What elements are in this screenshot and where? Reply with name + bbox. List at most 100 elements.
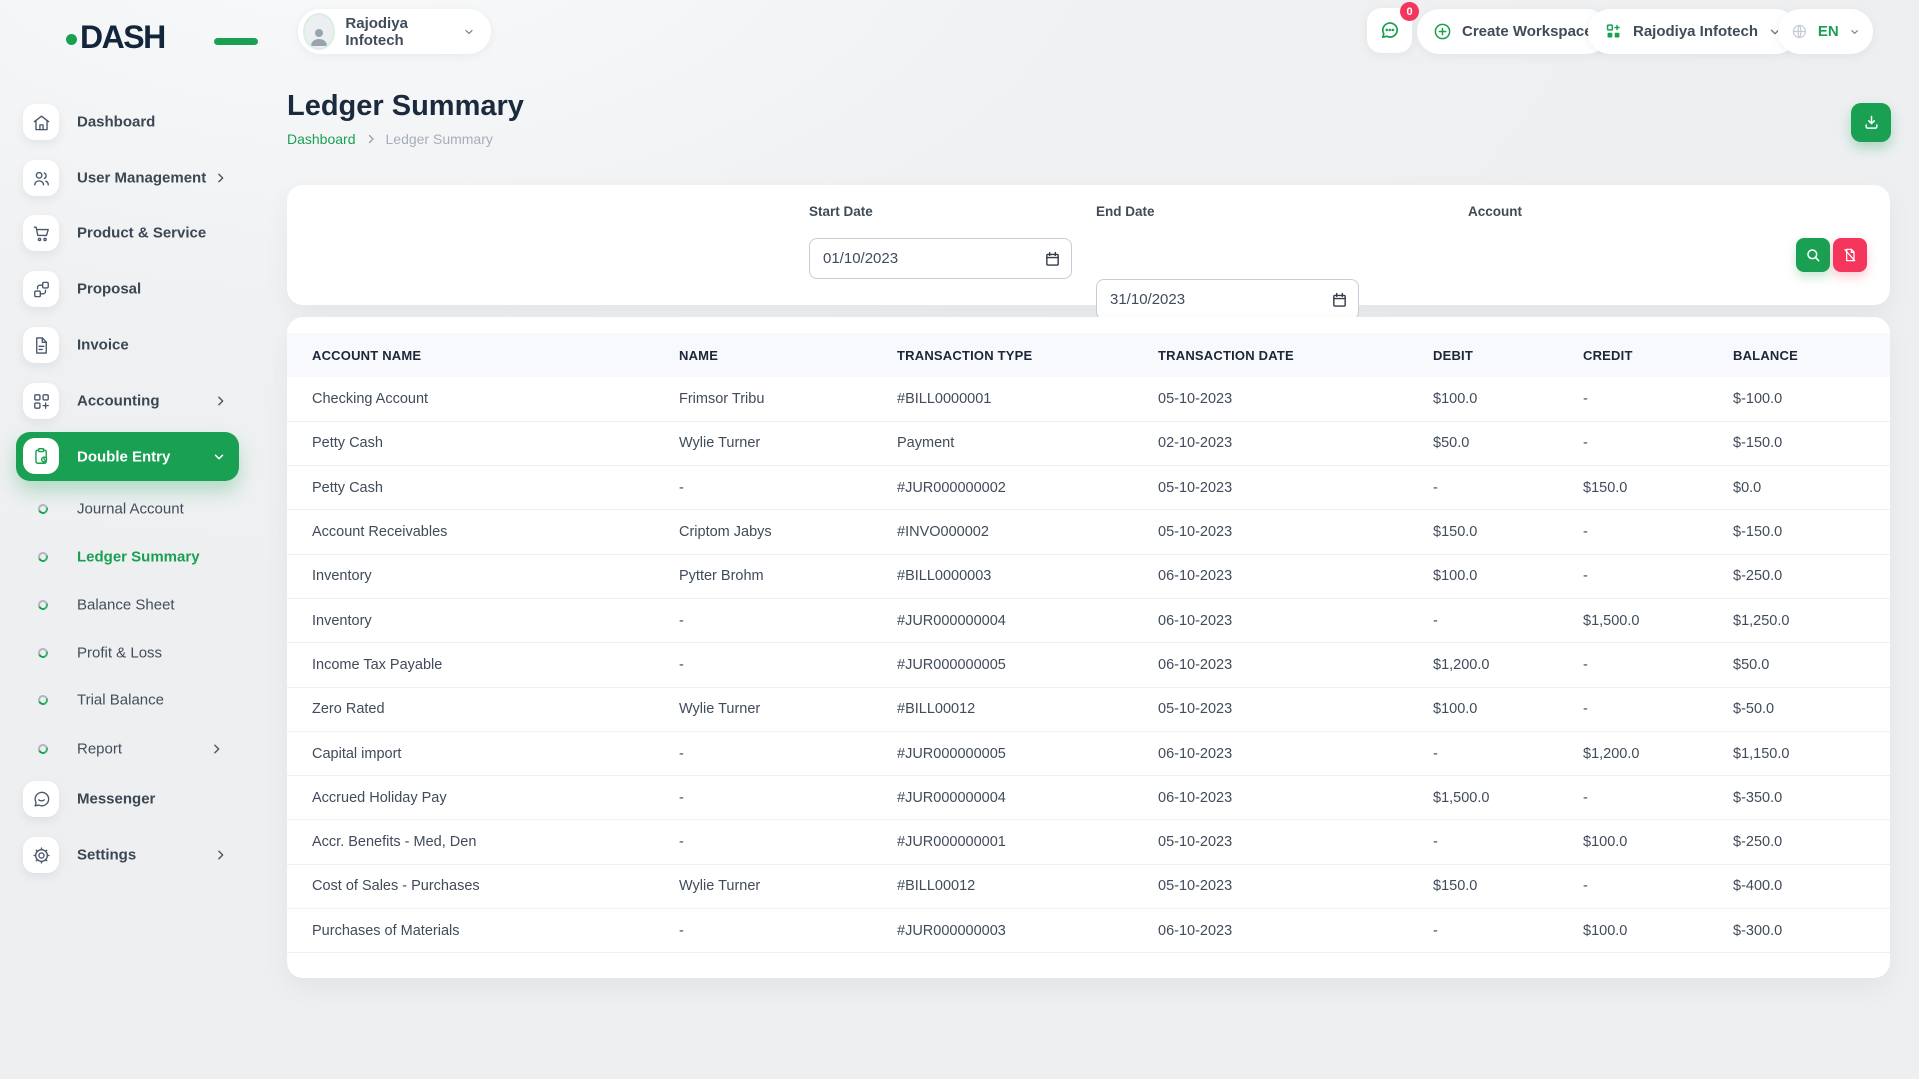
workspace-menu[interactable]: Rajodiya Infotech xyxy=(1588,9,1798,54)
cell-transaction-type: Payment xyxy=(872,421,1133,465)
table-row: Petty Cash - #JUR000000002 05-10-2023 - … xyxy=(287,466,1890,510)
cell-name: - xyxy=(654,909,872,953)
language-selector[interactable]: EN xyxy=(1778,9,1873,54)
table-row: Cost of Sales - Purchases Wylie Turner #… xyxy=(287,864,1890,908)
user-workspace-selector[interactable]: Rajodiya Infotech xyxy=(298,9,491,54)
sidebar-item-settings[interactable]: Settings xyxy=(0,827,260,883)
brand-logo[interactable]: DASH xyxy=(66,18,165,56)
cell-balance: $1,150.0 xyxy=(1708,731,1890,775)
end-date-field xyxy=(1096,279,1359,320)
cell-balance: $-50.0 xyxy=(1708,687,1890,731)
start-date-input[interactable] xyxy=(809,238,1072,279)
end-date-label: End Date xyxy=(1096,204,1155,219)
sidebar-item-messenger[interactable]: Messenger xyxy=(0,771,260,827)
bullet-icon xyxy=(36,550,49,563)
cell-credit: $1,500.0 xyxy=(1558,598,1708,642)
sidebar-sublabel: Balance Sheet xyxy=(77,597,175,614)
cell-balance: $1,250.0 xyxy=(1708,598,1890,642)
cell-debit: - xyxy=(1408,466,1558,510)
sidebar-item-product-service[interactable]: Product & Service xyxy=(0,205,260,261)
home-icon xyxy=(23,104,59,140)
breadcrumb-current: Ledger Summary xyxy=(386,131,493,147)
cell-account-name: Checking Account xyxy=(287,377,654,421)
messages-button[interactable]: 0 xyxy=(1367,8,1412,53)
user-workspace-label: Rajodiya Infotech xyxy=(345,15,453,49)
cell-credit: - xyxy=(1558,421,1708,465)
cell-transaction-type: #JUR000000004 xyxy=(872,598,1133,642)
cell-balance: $-250.0 xyxy=(1708,820,1890,864)
sidebar-subitem-report[interactable]: Report xyxy=(0,736,260,762)
sidebar-subitem-profit-loss[interactable]: Profit & Loss xyxy=(0,640,260,666)
cell-transaction-type: #JUR000000004 xyxy=(872,776,1133,820)
cell-balance: $-150.0 xyxy=(1708,510,1890,554)
sidebar: Dashboard User Management Product & Serv… xyxy=(0,70,260,1079)
cell-debit: $100.0 xyxy=(1408,554,1558,598)
cell-balance: $50.0 xyxy=(1708,643,1890,687)
cell-transaction-type: #BILL00012 xyxy=(872,864,1133,908)
table-row: Income Tax Payable - #JUR000000005 06-10… xyxy=(287,643,1890,687)
sidebar-item-proposal[interactable]: Proposal xyxy=(0,261,260,317)
workspace-menu-label: Rajodiya Infotech xyxy=(1633,23,1758,40)
table-row: Petty Cash Wylie Turner Payment 02-10-20… xyxy=(287,421,1890,465)
language-code: EN xyxy=(1818,23,1839,40)
cell-transaction-date: 06-10-2023 xyxy=(1133,643,1408,687)
sidebar-sublabel: Profit & Loss xyxy=(77,645,162,662)
bullet-icon xyxy=(36,598,49,611)
cell-transaction-date: 06-10-2023 xyxy=(1133,598,1408,642)
cell-name: Wylie Turner xyxy=(654,687,872,731)
table-row: Inventory Pytter Brohm #BILL0000003 06-1… xyxy=(287,554,1890,598)
chat-bubble-icon xyxy=(1378,19,1401,42)
chevron-right-icon xyxy=(365,133,377,145)
sidebar-subitem-ledger-summary[interactable]: Ledger Summary xyxy=(0,544,260,570)
cell-balance: $0.0 xyxy=(1708,466,1890,510)
cell-credit: - xyxy=(1558,554,1708,598)
cell-credit: $100.0 xyxy=(1558,909,1708,953)
cell-debit: $150.0 xyxy=(1408,864,1558,908)
download-icon xyxy=(1863,114,1880,131)
create-workspace-button[interactable]: Create Workspace xyxy=(1417,9,1609,54)
cell-account-name: Accr. Benefits - Med, Den xyxy=(287,820,654,864)
cell-transaction-date: 05-10-2023 xyxy=(1133,820,1408,864)
reset-filter-button[interactable] xyxy=(1833,238,1867,272)
col-debit: DEBIT xyxy=(1408,333,1558,377)
cell-transaction-type: #JUR000000005 xyxy=(872,643,1133,687)
cell-credit: - xyxy=(1558,643,1708,687)
logo-bar-icon xyxy=(214,38,258,45)
sidebar-sublabel: Journal Account xyxy=(77,501,184,518)
chevron-right-icon xyxy=(214,849,227,862)
cart-icon xyxy=(23,215,59,251)
table-row: Purchases of Materials - #JUR000000003 0… xyxy=(287,909,1890,953)
cell-name: - xyxy=(654,820,872,864)
sidebar-item-invoice[interactable]: Invoice xyxy=(0,317,260,373)
sidebar-label: Product & Service xyxy=(77,225,206,242)
sidebar-subitem-balance-sheet[interactable]: Balance Sheet xyxy=(0,592,260,618)
cell-credit: $100.0 xyxy=(1558,820,1708,864)
search-icon xyxy=(1805,247,1821,263)
cell-transaction-date: 06-10-2023 xyxy=(1133,776,1408,820)
sidebar-item-dashboard[interactable]: Dashboard xyxy=(0,94,260,150)
sidebar-subitem-trial-balance[interactable]: Trial Balance xyxy=(0,687,260,713)
sidebar-subitem-journal-account[interactable]: Journal Account xyxy=(0,496,260,522)
cell-account-name: Cost of Sales - Purchases xyxy=(287,864,654,908)
breadcrumb: Dashboard Ledger Summary xyxy=(287,131,493,147)
cell-account-name: Inventory xyxy=(287,554,654,598)
sidebar-item-accounting[interactable]: Accounting xyxy=(0,373,260,429)
table-header-row: ACCOUNT NAME NAME TRANSACTION TYPE TRANS… xyxy=(287,333,1890,377)
cell-name: - xyxy=(654,776,872,820)
sidebar-item-user-management[interactable]: User Management xyxy=(0,150,260,206)
chevron-right-icon xyxy=(214,172,227,185)
sidebar-item-double-entry[interactable]: Double Entry xyxy=(16,432,239,481)
end-date-input[interactable] xyxy=(1096,279,1359,320)
start-date-label: Start Date xyxy=(809,204,873,219)
cell-credit: - xyxy=(1558,776,1708,820)
download-button[interactable] xyxy=(1851,103,1891,142)
sidebar-label: Proposal xyxy=(77,281,141,298)
brand-name: DASH xyxy=(80,21,165,53)
search-button[interactable] xyxy=(1796,238,1830,272)
cell-transaction-type: #BILL00012 xyxy=(872,687,1133,731)
sidebar-label: Invoice xyxy=(77,337,129,354)
breadcrumb-dashboard-link[interactable]: Dashboard xyxy=(287,131,356,147)
cell-debit: $100.0 xyxy=(1408,687,1558,731)
messages-badge: 0 xyxy=(1400,2,1419,21)
cell-transaction-type: #BILL0000003 xyxy=(872,554,1133,598)
